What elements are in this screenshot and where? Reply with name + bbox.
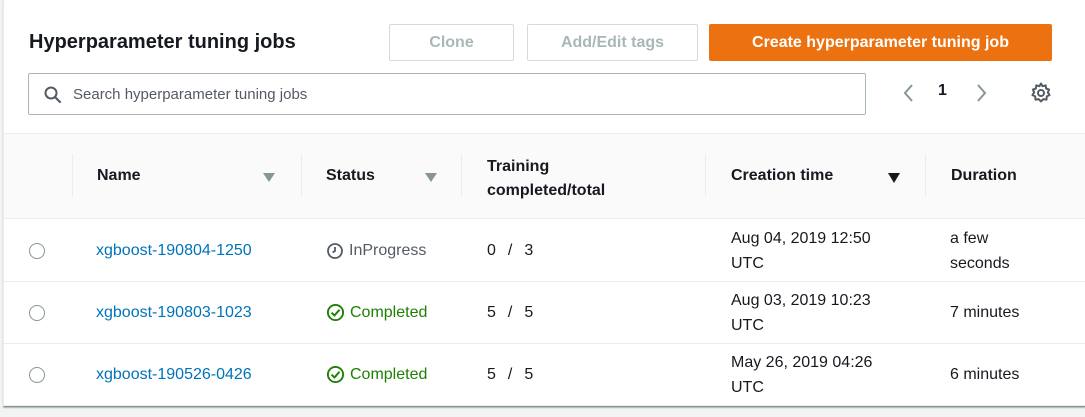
job-name-link[interactable]: xgboost-190804-1250 — [96, 238, 252, 263]
duration: 6 minutes — [950, 362, 1019, 387]
table-row[interactable]: xgboost-190804-1250 InProgress 0/3 Aug 0… — [4, 220, 1085, 282]
status-text: Completed — [350, 366, 428, 383]
add-edit-tags-button[interactable]: Add/Edit tags — [527, 24, 698, 61]
next-page-icon[interactable] — [971, 81, 991, 105]
status-text: InProgress — [349, 242, 427, 259]
row-select-radio[interactable] — [29, 243, 45, 259]
sort-descending-icon[interactable] — [888, 173, 900, 183]
creation-time-line1: Aug 03, 2019 10:23 — [731, 292, 871, 309]
gear-icon[interactable] — [1029, 81, 1053, 105]
column-divider — [705, 154, 706, 196]
sort-icon[interactable] — [263, 173, 275, 182]
creation-time-line1: May 26, 2019 04:26 — [731, 354, 873, 371]
job-name-link[interactable]: xgboost-190803-1023 — [96, 300, 252, 325]
creation-time-line2: UTC — [731, 255, 764, 272]
current-page-number[interactable]: 1 — [938, 82, 947, 100]
duration-line1: a few — [950, 230, 989, 247]
page-title: Hyperparameter tuning jobs — [29, 31, 296, 53]
creation-time-line2: UTC — [731, 317, 764, 334]
total-count: 5 — [524, 366, 534, 383]
column-header-training-line2: completed/total — [487, 182, 606, 199]
completed-count: 0 — [487, 242, 496, 259]
column-divider — [925, 154, 926, 196]
column-divider — [301, 154, 302, 196]
search-icon — [44, 86, 62, 104]
search-box[interactable] — [28, 73, 866, 115]
total-count: 3 — [524, 242, 534, 259]
tuning-jobs-panel: Hyperparameter tuning jobs Clone Add/Edi… — [3, 0, 1085, 407]
search-input[interactable] — [73, 75, 853, 113]
check-circle-icon — [326, 303, 345, 322]
column-header-name[interactable]: Name — [97, 167, 141, 185]
creation-time: Aug 04, 2019 12:50 UTC — [731, 226, 871, 276]
completed-count: 5 — [487, 366, 496, 383]
row-select-radio[interactable] — [29, 367, 45, 383]
job-name-link[interactable]: xgboost-190526-0426 — [96, 362, 252, 387]
column-divider — [461, 154, 462, 196]
clone-button[interactable]: Clone — [389, 24, 514, 61]
total-count: 5 — [524, 304, 534, 321]
create-tuning-job-button[interactable]: Create hyperparameter tuning job — [709, 24, 1052, 61]
table-row[interactable]: xgboost-190526-0426 Completed 5/5 May 26… — [4, 344, 1085, 406]
column-header-creation-time[interactable]: Creation time — [731, 167, 833, 185]
training-count: 5/5 — [487, 304, 534, 321]
duration: a few seconds — [950, 226, 1010, 276]
sort-icon[interactable] — [425, 173, 437, 182]
column-divider — [72, 154, 73, 196]
previous-page-icon[interactable] — [899, 81, 919, 105]
column-header-training: Training completed/total — [487, 155, 605, 203]
creation-time-line2: UTC — [731, 379, 764, 396]
creation-time: Aug 03, 2019 10:23 UTC — [731, 288, 871, 338]
status-text: Completed — [350, 304, 428, 321]
check-circle-icon — [326, 365, 345, 384]
training-count: 0/3 — [487, 242, 534, 259]
table-row[interactable]: xgboost-190803-1023 Completed 5/5 Aug 03… — [4, 282, 1085, 344]
status-cell: Completed — [326, 300, 427, 325]
column-header-status[interactable]: Status — [326, 167, 375, 185]
column-header-training-line1: Training — [487, 158, 550, 175]
row-select-radio[interactable] — [29, 305, 45, 321]
duration: 7 minutes — [950, 300, 1019, 325]
duration-line2: seconds — [950, 255, 1010, 272]
completed-count: 5 — [487, 304, 496, 321]
duration-line1: 6 minutes — [950, 366, 1020, 383]
training-count: 5/5 — [487, 366, 534, 383]
table-header: Name Status Training completed/total Cre… — [4, 134, 1085, 219]
creation-time: May 26, 2019 04:26 UTC — [731, 350, 872, 400]
panel-header: Hyperparameter tuning jobs Clone Add/Edi… — [4, 0, 1085, 134]
creation-time-line1: Aug 04, 2019 12:50 — [731, 230, 871, 247]
duration-line1: 7 minutes — [950, 304, 1020, 321]
clock-icon — [327, 242, 343, 259]
column-header-duration[interactable]: Duration — [951, 167, 1017, 185]
status-cell: InProgress — [326, 238, 426, 263]
status-cell: Completed — [326, 362, 427, 387]
